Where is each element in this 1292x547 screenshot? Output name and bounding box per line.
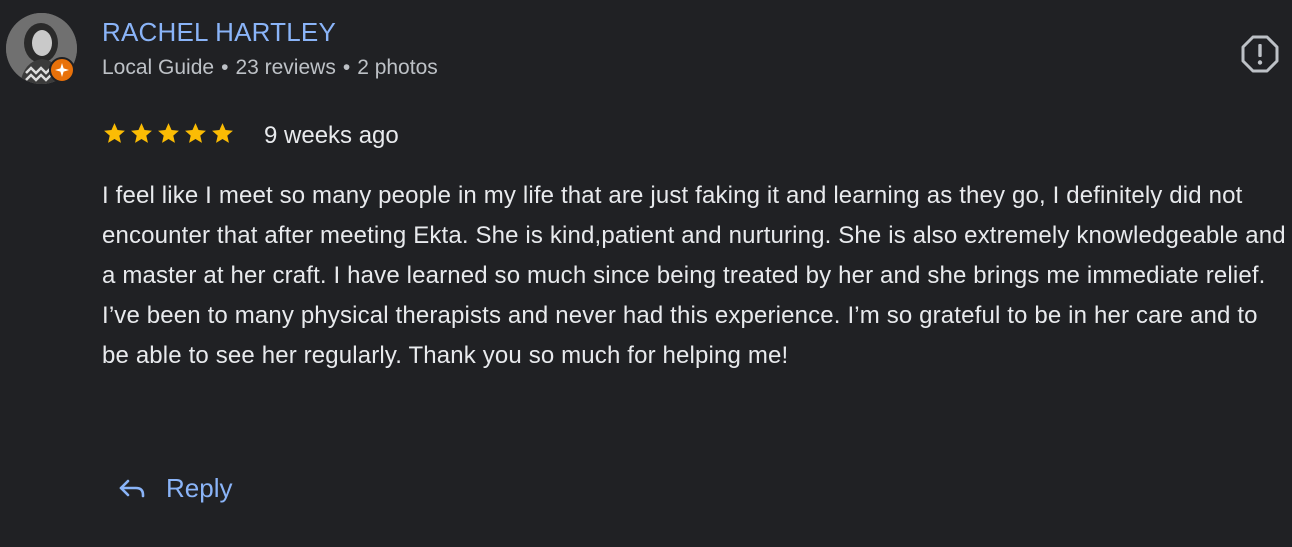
- author-name[interactable]: RACHEL HARTLEY: [102, 17, 336, 48]
- photo-count: 2 photos: [357, 56, 438, 79]
- reply-button[interactable]: Reply: [116, 466, 232, 510]
- review-text: I feel like I meet so many people in my …: [102, 182, 1286, 369]
- author-role: Local Guide: [102, 56, 215, 79]
- author-meta: Local Guide • 23 reviews • 2 photos: [102, 56, 438, 80]
- star-icon: [158, 123, 179, 143]
- review-card: RACHEL HARTLEY Local Guide • 23 reviews …: [0, 0, 1292, 547]
- star-icon: [104, 123, 125, 143]
- star-icon: [185, 123, 206, 143]
- meta-separator: •: [221, 56, 229, 79]
- reply-arrow-icon: [119, 479, 145, 498]
- report-flag-icon: [1241, 35, 1279, 73]
- local-guide-badge-icon: [49, 57, 75, 83]
- reply-label: Reply: [166, 472, 233, 503]
- review-date: 9 weeks ago: [264, 122, 399, 149]
- star-rating: [102, 121, 235, 146]
- star-icon: [131, 123, 152, 143]
- review-count: 23 reviews: [235, 56, 336, 79]
- meta-separator: •: [342, 56, 351, 79]
- report-review-button[interactable]: [1240, 34, 1280, 74]
- star-icon: [212, 123, 233, 143]
